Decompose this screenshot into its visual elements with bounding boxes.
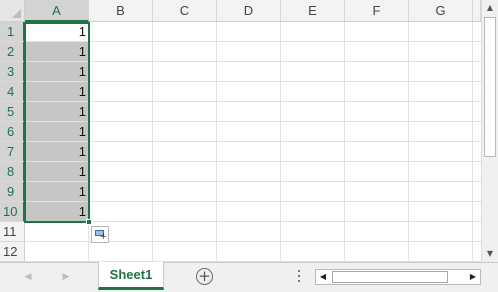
column-header-b[interactable]: B bbox=[89, 0, 153, 22]
row-header-6[interactable]: 6 bbox=[0, 122, 25, 142]
select-all-button[interactable] bbox=[0, 0, 25, 22]
row-header-12[interactable]: 12 bbox=[0, 242, 25, 262]
sheet-tab-bar: ◀ ▶ Sheet1 + ◀ ▶ bbox=[0, 262, 498, 292]
cell-a1[interactable]: 1 bbox=[25, 22, 89, 42]
column-header-c[interactable]: C bbox=[153, 0, 217, 22]
row-header-11[interactable]: 11 bbox=[0, 222, 25, 242]
row-header-7[interactable]: 7 bbox=[0, 142, 25, 162]
row-header-1[interactable]: 1 bbox=[0, 22, 25, 42]
column-header-f[interactable]: F bbox=[345, 0, 409, 22]
row-header-3[interactable]: 3 bbox=[0, 62, 25, 82]
horizontal-scrollbar[interactable]: ◀ ▶ bbox=[315, 269, 481, 285]
row-header-4[interactable]: 4 bbox=[0, 82, 25, 102]
select-all-triangle-icon bbox=[12, 9, 21, 18]
cell-a4[interactable]: 1 bbox=[25, 82, 89, 102]
cell-a2[interactable]: 1 bbox=[25, 42, 89, 62]
tab-split-handle[interactable] bbox=[297, 270, 301, 284]
triangle-down-icon[interactable]: ▼ bbox=[482, 246, 498, 262]
column-header-partial[interactable] bbox=[473, 0, 481, 22]
sheet-tab-sheet1[interactable]: Sheet1 bbox=[98, 262, 164, 290]
quick-analysis-button[interactable]: + bbox=[91, 226, 109, 243]
row-header-10[interactable]: 10 bbox=[0, 202, 25, 222]
row-header-5[interactable]: 5 bbox=[0, 102, 25, 122]
vertical-scroll-thumb[interactable] bbox=[484, 17, 496, 157]
row-header-2[interactable]: 2 bbox=[0, 42, 25, 62]
cell-a7[interactable]: 1 bbox=[25, 142, 89, 162]
horizontal-scroll-thumb[interactable] bbox=[332, 271, 448, 283]
previous-sheet-icon[interactable]: ◀ bbox=[22, 271, 34, 283]
cell-a3[interactable]: 1 bbox=[25, 62, 89, 82]
cell-a8[interactable]: 1 bbox=[25, 162, 89, 182]
row-header-8[interactable]: 8 bbox=[0, 162, 25, 182]
plus-circle-icon[interactable]: + bbox=[196, 268, 213, 285]
plus-icon: + bbox=[99, 232, 107, 242]
next-sheet-icon[interactable]: ▶ bbox=[60, 271, 72, 283]
triangle-up-icon[interactable]: ▲ bbox=[482, 0, 498, 16]
cell-a9[interactable]: 1 bbox=[25, 182, 89, 202]
column-header-e[interactable]: E bbox=[281, 0, 345, 22]
row-header-9[interactable]: 9 bbox=[0, 182, 25, 202]
cell-a10[interactable]: 1 bbox=[25, 202, 89, 222]
triangle-right-icon[interactable]: ▶ bbox=[466, 270, 480, 284]
column-header-g[interactable]: G bbox=[409, 0, 473, 22]
fill-handle[interactable] bbox=[86, 219, 92, 225]
column-header-d[interactable]: D bbox=[217, 0, 281, 22]
cell-a5[interactable]: 1 bbox=[25, 102, 89, 122]
column-header-a[interactable]: A bbox=[25, 0, 89, 22]
vertical-scrollbar[interactable]: ▲ ▼ bbox=[481, 0, 498, 262]
cell-a6[interactable]: 1 bbox=[25, 122, 89, 142]
triangle-left-icon[interactable]: ◀ bbox=[316, 270, 330, 284]
